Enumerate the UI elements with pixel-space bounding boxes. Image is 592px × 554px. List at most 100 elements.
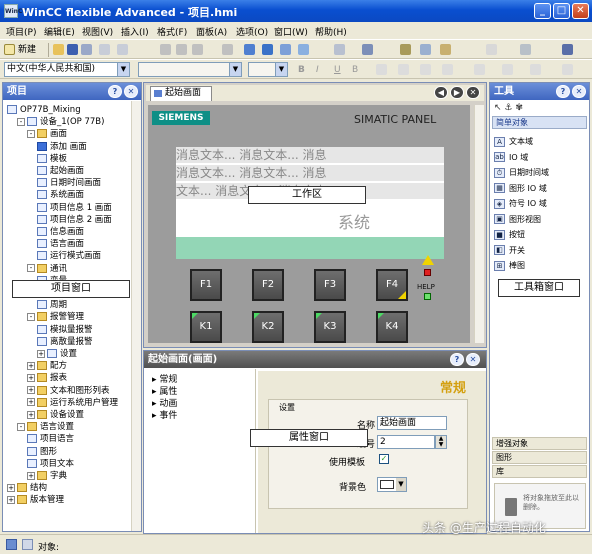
tree-item[interactable]: OP77B_Mixing	[7, 104, 81, 116]
zoom-icon[interactable]	[486, 44, 497, 55]
expand-icon[interactable]: +	[27, 373, 35, 382]
copy-icon[interactable]	[176, 44, 187, 55]
graphics-section[interactable]: 图形	[492, 451, 587, 464]
tree-item[interactable]: 项目信息 2 画面	[37, 214, 112, 226]
tree-item[interactable]: + 字典	[27, 470, 67, 482]
close-button[interactable]: ✕	[572, 3, 589, 19]
collapse-icon[interactable]: -	[17, 422, 25, 431]
tree-item[interactable]: 图形	[27, 446, 57, 458]
function-key[interactable]: F1	[190, 269, 222, 301]
enhanced-objects-section[interactable]: 增强对象	[492, 437, 587, 450]
grid-icon[interactable]	[362, 44, 373, 55]
redo-icon[interactable]	[117, 44, 128, 55]
tree-item[interactable]: 模拟量报警	[37, 324, 93, 336]
simple-objects-section[interactable]: 简单对象	[492, 116, 587, 129]
tree-item[interactable]: 离散量报警	[37, 336, 93, 348]
strike-button[interactable]: B	[352, 64, 358, 76]
tool-item[interactable]: ▣ 图形视图	[494, 213, 541, 226]
expand-icon[interactable]: +	[27, 361, 35, 370]
collapse-icon[interactable]: -	[27, 129, 35, 138]
tree-item[interactable]: 运行模式画面	[37, 250, 101, 262]
menu-help[interactable]: 帮助(H)	[315, 25, 347, 38]
soft-key[interactable]: K1	[190, 311, 222, 343]
tab-start-screen[interactable]: 起始画面	[150, 86, 212, 101]
tool2-icon[interactable]	[440, 44, 451, 55]
layer-icon[interactable]	[520, 44, 531, 55]
collapse-icon[interactable]: -	[17, 117, 25, 126]
tool-item[interactable]: A 文本域	[494, 135, 533, 148]
help-icon[interactable]: ?	[450, 353, 464, 366]
expand-icon[interactable]: +	[27, 471, 35, 480]
editor-scrollbar[interactable]	[474, 105, 484, 343]
template-checkbox[interactable]: ✓	[379, 454, 389, 464]
tool-item[interactable]: ◈ 符号 IO 域	[494, 197, 547, 210]
align-icon[interactable]	[334, 44, 345, 55]
delete-icon[interactable]	[222, 44, 233, 55]
language-combo[interactable]: 中文(中华人民共和国) ▼	[4, 62, 130, 77]
tool-item[interactable]: ◧ 开关	[494, 244, 525, 257]
tool-item[interactable]: ⊞ 棒图	[494, 259, 525, 272]
maximize-button[interactable]: □	[553, 3, 570, 19]
compile-icon[interactable]	[244, 44, 255, 55]
close-icon[interactable]: ✕	[572, 85, 586, 98]
more-icon[interactable]	[562, 64, 573, 75]
tab-prev-icon[interactable]: ◀	[434, 86, 448, 99]
expand-icon[interactable]: +	[27, 398, 35, 407]
bold-button[interactable]: B	[298, 64, 305, 76]
tree-item[interactable]: 项目信息 1 画面	[37, 202, 112, 214]
tool-item[interactable]: ■ 按钮	[494, 228, 525, 241]
tree-item[interactable]: + 报表	[27, 372, 67, 384]
tree-item[interactable]: - 报警管理	[27, 311, 84, 323]
tree-item[interactable]: - 语言设置	[17, 421, 74, 433]
new-button[interactable]: 新建	[18, 44, 36, 56]
menu-edit[interactable]: 编辑(E)	[44, 25, 75, 38]
save-icon[interactable]	[67, 44, 78, 55]
tree-item[interactable]: 日期时间画面	[37, 177, 101, 189]
tree-item[interactable]: 周期	[37, 299, 67, 311]
tool-item[interactable]: ⏱ 日期时间域	[494, 166, 549, 179]
tree-item[interactable]: - 画面	[27, 128, 67, 140]
options-icon[interactable]	[562, 44, 573, 55]
underline-button[interactable]: U	[334, 64, 341, 76]
font-combo[interactable]: ▼	[138, 62, 242, 77]
align-left-icon[interactable]	[376, 64, 387, 75]
tree-item[interactable]: + 运行系统用户管理	[27, 397, 118, 409]
chevron-down-icon[interactable]: ▼	[275, 63, 287, 76]
close-icon[interactable]: ✕	[466, 353, 480, 366]
tree-item[interactable]: 语言画面	[37, 238, 84, 250]
align-justify-icon[interactable]	[442, 64, 453, 75]
nav-animation[interactable]: ▸ 动画	[152, 398, 177, 410]
pointer-icon[interactable]: ↖	[494, 103, 502, 113]
italic-button[interactable]: I	[316, 64, 319, 76]
expand-icon[interactable]: +	[27, 410, 35, 419]
menu-insert[interactable]: 插入(I)	[121, 25, 149, 38]
nav-events[interactable]: ▸ 事件	[152, 410, 177, 422]
menu-panel[interactable]: 面板(A)	[196, 25, 227, 38]
expand-icon[interactable]: +	[7, 483, 15, 492]
expand-icon[interactable]: +	[37, 349, 45, 358]
function-key[interactable]: F4	[376, 269, 408, 301]
menu-window[interactable]: 窗口(W)	[274, 25, 308, 38]
find-icon[interactable]	[400, 44, 411, 55]
simulate-icon[interactable]	[280, 44, 291, 55]
close-icon[interactable]: ✕	[124, 85, 138, 98]
collapse-icon[interactable]: -	[27, 312, 35, 321]
number-spinner[interactable]: ▲ ▼	[435, 435, 447, 449]
tree-item[interactable]: - 设备_1(OP 77B)	[17, 116, 104, 128]
tool-item[interactable]: ab IO 域	[494, 151, 528, 164]
undo-icon[interactable]	[99, 44, 110, 55]
tree-item[interactable]: 信息画面	[37, 226, 84, 238]
tree-item[interactable]: + 结构	[7, 482, 47, 494]
tree-item[interactable]: + 版本管理	[7, 494, 64, 506]
soft-key[interactable]: K2	[252, 311, 284, 343]
runtime-icon[interactable]	[298, 44, 309, 55]
align-right-icon[interactable]	[420, 64, 431, 75]
soft-key[interactable]: K3	[314, 311, 346, 343]
menu-project[interactable]: 项目(P)	[6, 25, 36, 38]
tab-next-icon[interactable]: ▶	[450, 86, 464, 99]
tab-close-icon[interactable]: ✕	[466, 86, 480, 99]
tool-item[interactable]: ▦ 图形 IO 域	[494, 182, 547, 195]
project-scrollbar[interactable]	[131, 101, 141, 531]
indent-icon[interactable]	[474, 64, 485, 75]
cut-icon[interactable]	[160, 44, 171, 55]
